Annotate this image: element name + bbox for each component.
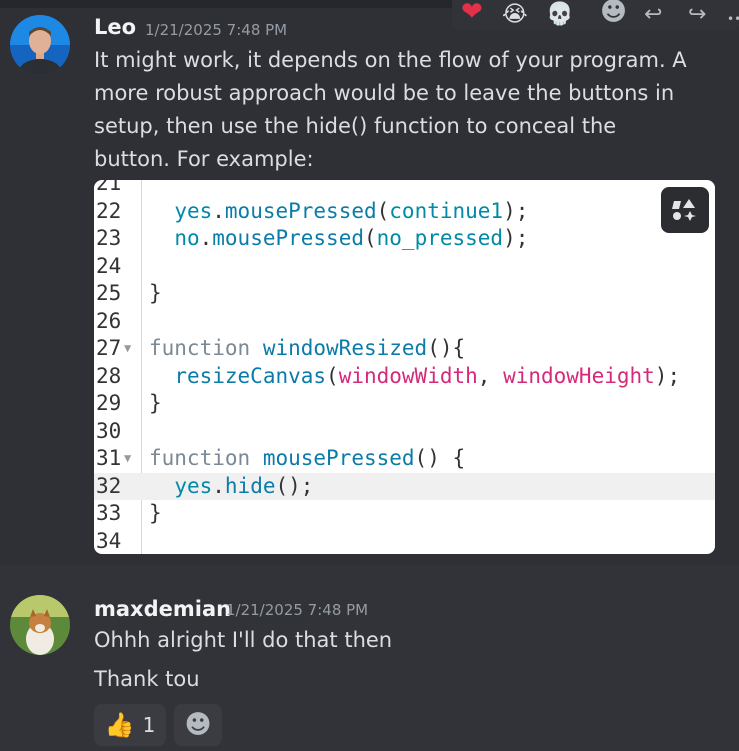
avatar-leo[interactable]: [10, 15, 70, 75]
code-text: resizeCanvas(windowWidth, windowHeight);: [174, 363, 681, 388]
reply-icon[interactable]: ↩: [644, 2, 662, 28]
code-text: no.mousePressed(no_pressed);: [174, 226, 529, 250]
timestamp-leo: 1/21/2025 7:48 PM: [145, 21, 288, 39]
line-number: 27: [96, 336, 122, 360]
code-line: 33}: [94, 500, 715, 528]
thumbs-up-icon: 👍: [104, 711, 135, 739]
add-reaction-button[interactable]: ☻: [174, 704, 222, 746]
crying-face-icon[interactable]: 😭: [502, 2, 528, 28]
code-line: 24: [94, 253, 715, 281]
code-line: 21: [94, 180, 715, 198]
code-text: }: [149, 501, 162, 525]
line-number: 29: [96, 391, 122, 415]
code-text: function windowResized(){: [149, 336, 466, 360]
more-icon[interactable]: ••: [727, 6, 739, 32]
avatar-maxdemian[interactable]: [10, 595, 70, 655]
username-maxdemian[interactable]: maxdemian: [94, 597, 231, 621]
code-line: 28 resizeCanvas(windowWidth, windowHeigh…: [94, 363, 715, 391]
forward-icon[interactable]: ↪: [688, 2, 706, 28]
code-text: yes.mousePressed(continue1);: [174, 198, 529, 223]
line-number: 21: [96, 180, 122, 195]
timestamp-maxdemian: 1/21/2025 7:48 PM: [226, 601, 369, 619]
code-line: 26: [94, 308, 715, 336]
message-hover-toolbar: ❤ 😭 💀 ☻ ↩ ↪ ••: [452, 0, 739, 30]
message-text-maxdemian-1: Ohhh alright I'll do that then: [94, 628, 393, 652]
reaction-thumbs-up[interactable]: 👍 1: [94, 704, 166, 746]
code-text: }: [149, 391, 162, 415]
line-number: 34: [96, 528, 122, 553]
image-actions-icon[interactable]: [661, 187, 709, 233]
code-line: 23 no.mousePressed(no_pressed);: [94, 225, 715, 253]
line-number: 30: [96, 418, 122, 443]
fold-arrow-icon: ▼: [124, 341, 132, 355]
add-reaction-icon[interactable]: ☻: [600, 0, 627, 25]
code-line: 25}: [94, 280, 715, 308]
line-number: 22: [96, 198, 122, 223]
code-text: }: [149, 281, 162, 305]
code-line: 31 ▼ function mousePressed() {: [94, 445, 715, 473]
line-number: 33: [96, 501, 122, 525]
line-number: 24: [96, 253, 122, 278]
heart-icon[interactable]: ❤: [461, 0, 483, 25]
code-line: 27 ▼ function windowResized(){: [94, 335, 715, 363]
code-line: 30: [94, 418, 715, 446]
message-text-leo: It might work, it depends on the flow of…: [94, 48, 687, 171]
line-number: 32: [96, 473, 122, 498]
code-line: 22 yes.mousePressed(continue1);: [94, 198, 715, 226]
line-number: 31: [96, 446, 122, 470]
code-text: yes.hide();: [174, 473, 314, 498]
fold-arrow-icon: ▼: [124, 451, 132, 465]
code-line: 29}: [94, 390, 715, 418]
code-screenshot[interactable]: 21 22 yes.mousePressed(continue1); 23 no.m…: [94, 180, 715, 554]
code-text: function mousePressed() {: [149, 446, 466, 470]
line-number: 28: [96, 363, 122, 388]
line-number: 26: [96, 308, 122, 333]
line-number: 25: [96, 281, 122, 305]
add-reaction-icon: ☻: [184, 710, 212, 740]
message-text-maxdemian-2: Thank tou: [94, 667, 200, 691]
username-leo[interactable]: Leo: [94, 15, 136, 39]
reaction-count: 1: [142, 713, 156, 737]
code-line: 34: [94, 528, 715, 555]
skull-icon[interactable]: 💀: [546, 2, 573, 28]
line-number: 23: [96, 226, 122, 250]
code-line: 32 yes.hide();: [94, 472, 715, 500]
